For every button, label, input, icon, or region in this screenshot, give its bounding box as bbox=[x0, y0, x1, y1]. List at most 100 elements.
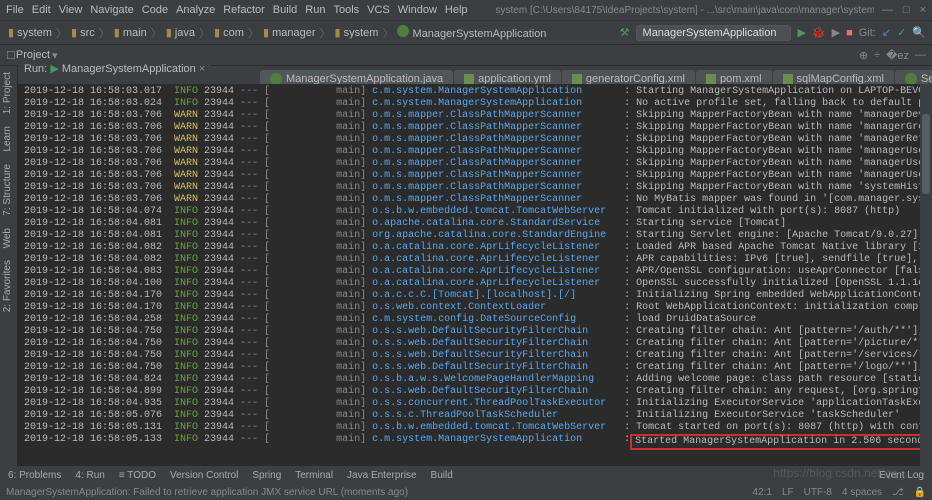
collapse-icon[interactable]: ÷ bbox=[874, 49, 880, 62]
breadcrumb-system[interactable]: ▮ system bbox=[6, 26, 54, 39]
breadcrumb-src[interactable]: ▮ src bbox=[69, 26, 97, 39]
run-status-icon: ▶ bbox=[50, 63, 58, 75]
tool-6--Problems[interactable]: 6: Problems bbox=[8, 470, 61, 481]
git-label: Git: bbox=[859, 27, 876, 39]
log-line: 2019-12-18 16:58:03.706 WARN 23944 --- [… bbox=[24, 158, 926, 170]
caret-position[interactable]: 42:1 bbox=[753, 487, 772, 498]
line-separator[interactable]: LF bbox=[782, 487, 794, 498]
settings-icon[interactable]: �ez bbox=[886, 49, 909, 62]
run-icon[interactable]: ▶ bbox=[797, 26, 805, 39]
breadcrumb-ManagerSystemApplication[interactable]: ManagerSystemApplication bbox=[395, 25, 548, 40]
sidetab-Web[interactable]: Web bbox=[0, 222, 15, 254]
stop-icon[interactable]: ■ bbox=[846, 27, 853, 39]
window-title: system [C:\Users\84175\IdeaProjects\syst… bbox=[496, 5, 874, 16]
menu-window[interactable]: Window bbox=[398, 4, 437, 16]
menu-tools[interactable]: Tools bbox=[333, 4, 359, 16]
git-update-icon[interactable]: ↙ bbox=[882, 26, 891, 39]
tool-≡-TODO[interactable]: ≡ TODO bbox=[119, 470, 156, 481]
tool-Spring[interactable]: Spring bbox=[252, 470, 281, 481]
watermark: https://blog.csdn.net/qq_... bbox=[773, 466, 914, 480]
status-message: ManagerSystemApplication: Failed to retr… bbox=[6, 487, 408, 498]
sidetab-2--Favorites[interactable]: 2: Favorites bbox=[0, 254, 15, 318]
log-line: 2019-12-18 16:58:04.170 INFO 23944 --- [… bbox=[24, 290, 926, 302]
navigation-toolbar: ▮ system〉▮ src〉▮ main〉▮ java〉▮ com〉▮ man… bbox=[0, 20, 932, 44]
scrollbar-vertical[interactable] bbox=[920, 84, 932, 466]
log-line: 2019-12-18 16:58:03.706 WARN 23944 --- [… bbox=[24, 134, 926, 146]
log-line: 2019-12-18 16:58:05.133 INFO 23944 --- [… bbox=[24, 434, 926, 450]
maximize-icon[interactable]: □ bbox=[903, 4, 910, 16]
log-line: 2019-12-18 16:58:04.082 INFO 23944 --- [… bbox=[24, 242, 926, 254]
debug-icon[interactable]: 🐞 bbox=[812, 26, 826, 39]
run-config-combo[interactable]: ManagerSystemApplication bbox=[636, 25, 792, 41]
tool-Build[interactable]: Build bbox=[431, 470, 453, 481]
log-line: 2019-12-18 16:58:04.824 INFO 23944 --- [… bbox=[24, 374, 926, 386]
breadcrumb-com[interactable]: ▮ com bbox=[212, 26, 246, 39]
log-line: 2019-12-18 16:58:03.706 WARN 23944 --- [… bbox=[24, 110, 926, 122]
log-line: 2019-12-18 16:58:03.017 INFO 23944 --- [… bbox=[24, 86, 926, 98]
breadcrumb-main[interactable]: ▮ main bbox=[112, 26, 149, 39]
menu-help[interactable]: Help bbox=[445, 4, 468, 16]
minimize-icon[interactable]: — bbox=[882, 4, 893, 16]
left-tool-stripe: 1: ProjectLearn7: StructureWeb2: Favorit… bbox=[0, 66, 18, 485]
log-line: 2019-12-18 16:58:04.081 INFO 23944 --- [… bbox=[24, 218, 926, 230]
tool-Terminal[interactable]: Terminal bbox=[295, 470, 333, 481]
log-line: 2019-12-18 16:58:04.899 INFO 23944 --- [… bbox=[24, 386, 926, 398]
scrollbar-thumb[interactable] bbox=[922, 114, 930, 194]
breadcrumb-java[interactable]: ▮ java bbox=[164, 26, 197, 39]
menu-vcs[interactable]: VCS bbox=[367, 4, 390, 16]
log-line: 2019-12-18 16:58:04.258 INFO 23944 --- [… bbox=[24, 314, 926, 326]
log-line: 2019-12-18 16:58:04.750 INFO 23944 --- [… bbox=[24, 326, 926, 338]
menu-view[interactable]: View bbox=[59, 4, 83, 16]
log-line: 2019-12-18 16:58:04.935 INFO 23944 --- [… bbox=[24, 398, 926, 410]
menu-bar: File Edit View Navigate Code Analyze Refactor B… bbox=[0, 0, 932, 20]
close-icon[interactable]: × bbox=[199, 63, 205, 75]
console-output: 2019-12-18 16:58:03.017 INFO 23944 --- [… bbox=[18, 84, 932, 466]
log-line: 2019-12-18 16:58:03.706 WARN 23944 --- [… bbox=[24, 170, 926, 182]
log-line: 2019-12-18 16:58:03.706 WARN 23944 --- [… bbox=[24, 194, 926, 206]
log-line: 2019-12-18 16:58:04.074 INFO 23944 --- [… bbox=[24, 206, 926, 218]
indent[interactable]: 4 spaces bbox=[842, 487, 882, 498]
project-dropdown-icon[interactable]: ☐ bbox=[6, 49, 16, 62]
tool-Version-Control[interactable]: Version Control bbox=[170, 470, 238, 481]
build-icon[interactable]: ⚒ bbox=[620, 26, 630, 39]
close-icon[interactable]: × bbox=[920, 4, 926, 16]
log-line: 2019-12-18 16:58:04.081 INFO 23944 --- [… bbox=[24, 230, 926, 242]
encoding[interactable]: UTF-8 bbox=[804, 487, 832, 498]
breadcrumb-system[interactable]: ▮ system bbox=[333, 26, 381, 39]
log-line: 2019-12-18 16:58:04.100 INFO 23944 --- [… bbox=[24, 278, 926, 290]
coverage-icon[interactable]: ▶ bbox=[832, 26, 840, 39]
log-line: 2019-12-18 16:58:03.706 WARN 23944 --- [… bbox=[24, 146, 926, 158]
tool-Java-Enterprise[interactable]: Java Enterprise bbox=[347, 470, 416, 481]
sidetab-1--Project[interactable]: 1: Project bbox=[0, 66, 15, 120]
menu-refactor[interactable]: Refactor bbox=[223, 4, 265, 16]
log-line: 2019-12-18 16:58:04.082 INFO 23944 --- [… bbox=[24, 254, 926, 266]
log-line: 2019-12-18 16:58:04.750 INFO 23944 --- [… bbox=[24, 362, 926, 374]
hide-icon[interactable]: — bbox=[915, 49, 926, 62]
log-line: 2019-12-18 16:58:04.750 INFO 23944 --- [… bbox=[24, 350, 926, 362]
log-line: 2019-12-18 16:58:04.083 INFO 23944 --- [… bbox=[24, 266, 926, 278]
menu-analyze[interactable]: Analyze bbox=[176, 4, 215, 16]
log-line: 2019-12-18 16:58:05.131 INFO 23944 --- [… bbox=[24, 422, 926, 434]
git-commit-icon[interactable]: ✓ bbox=[897, 26, 906, 39]
log-line: 2019-12-18 16:58:04.170 INFO 23944 --- [… bbox=[24, 302, 926, 314]
menu-build[interactable]: Build bbox=[273, 4, 297, 16]
status-bar: ManagerSystemApplication: Failed to retr… bbox=[0, 485, 932, 500]
run-toolwindow-header: Run: ▶ ManagerSystemApplication × bbox=[18, 60, 211, 77]
tool-4--Run[interactable]: 4: Run bbox=[75, 470, 104, 481]
log-line: 2019-12-18 16:58:05.076 INFO 23944 --- [… bbox=[24, 410, 926, 422]
git-branch-icon[interactable]: ⎇ bbox=[892, 487, 904, 498]
menu-edit[interactable]: Edit bbox=[32, 4, 51, 16]
log-line: 2019-12-18 16:58:03.024 INFO 23944 --- [… bbox=[24, 98, 926, 110]
search-icon[interactable]: 🔍 bbox=[912, 26, 926, 39]
menu-run[interactable]: Run bbox=[305, 4, 325, 16]
breadcrumb-manager[interactable]: ▮ manager bbox=[261, 26, 318, 39]
log-line: 2019-12-18 16:58:03.706 WARN 23944 --- [… bbox=[24, 182, 926, 194]
lock-icon[interactable]: 🔒 bbox=[914, 487, 926, 498]
run-tab-label[interactable]: ManagerSystemApplication bbox=[62, 63, 196, 75]
menu-navigate[interactable]: Navigate bbox=[90, 4, 133, 16]
menu-code[interactable]: Code bbox=[142, 4, 168, 16]
select-opened-icon[interactable]: ⊕ bbox=[859, 49, 868, 62]
sidetab-Learn[interactable]: Learn bbox=[0, 120, 15, 158]
menu-file[interactable]: File bbox=[6, 4, 24, 16]
sidetab-7--Structure[interactable]: 7: Structure bbox=[0, 158, 15, 222]
